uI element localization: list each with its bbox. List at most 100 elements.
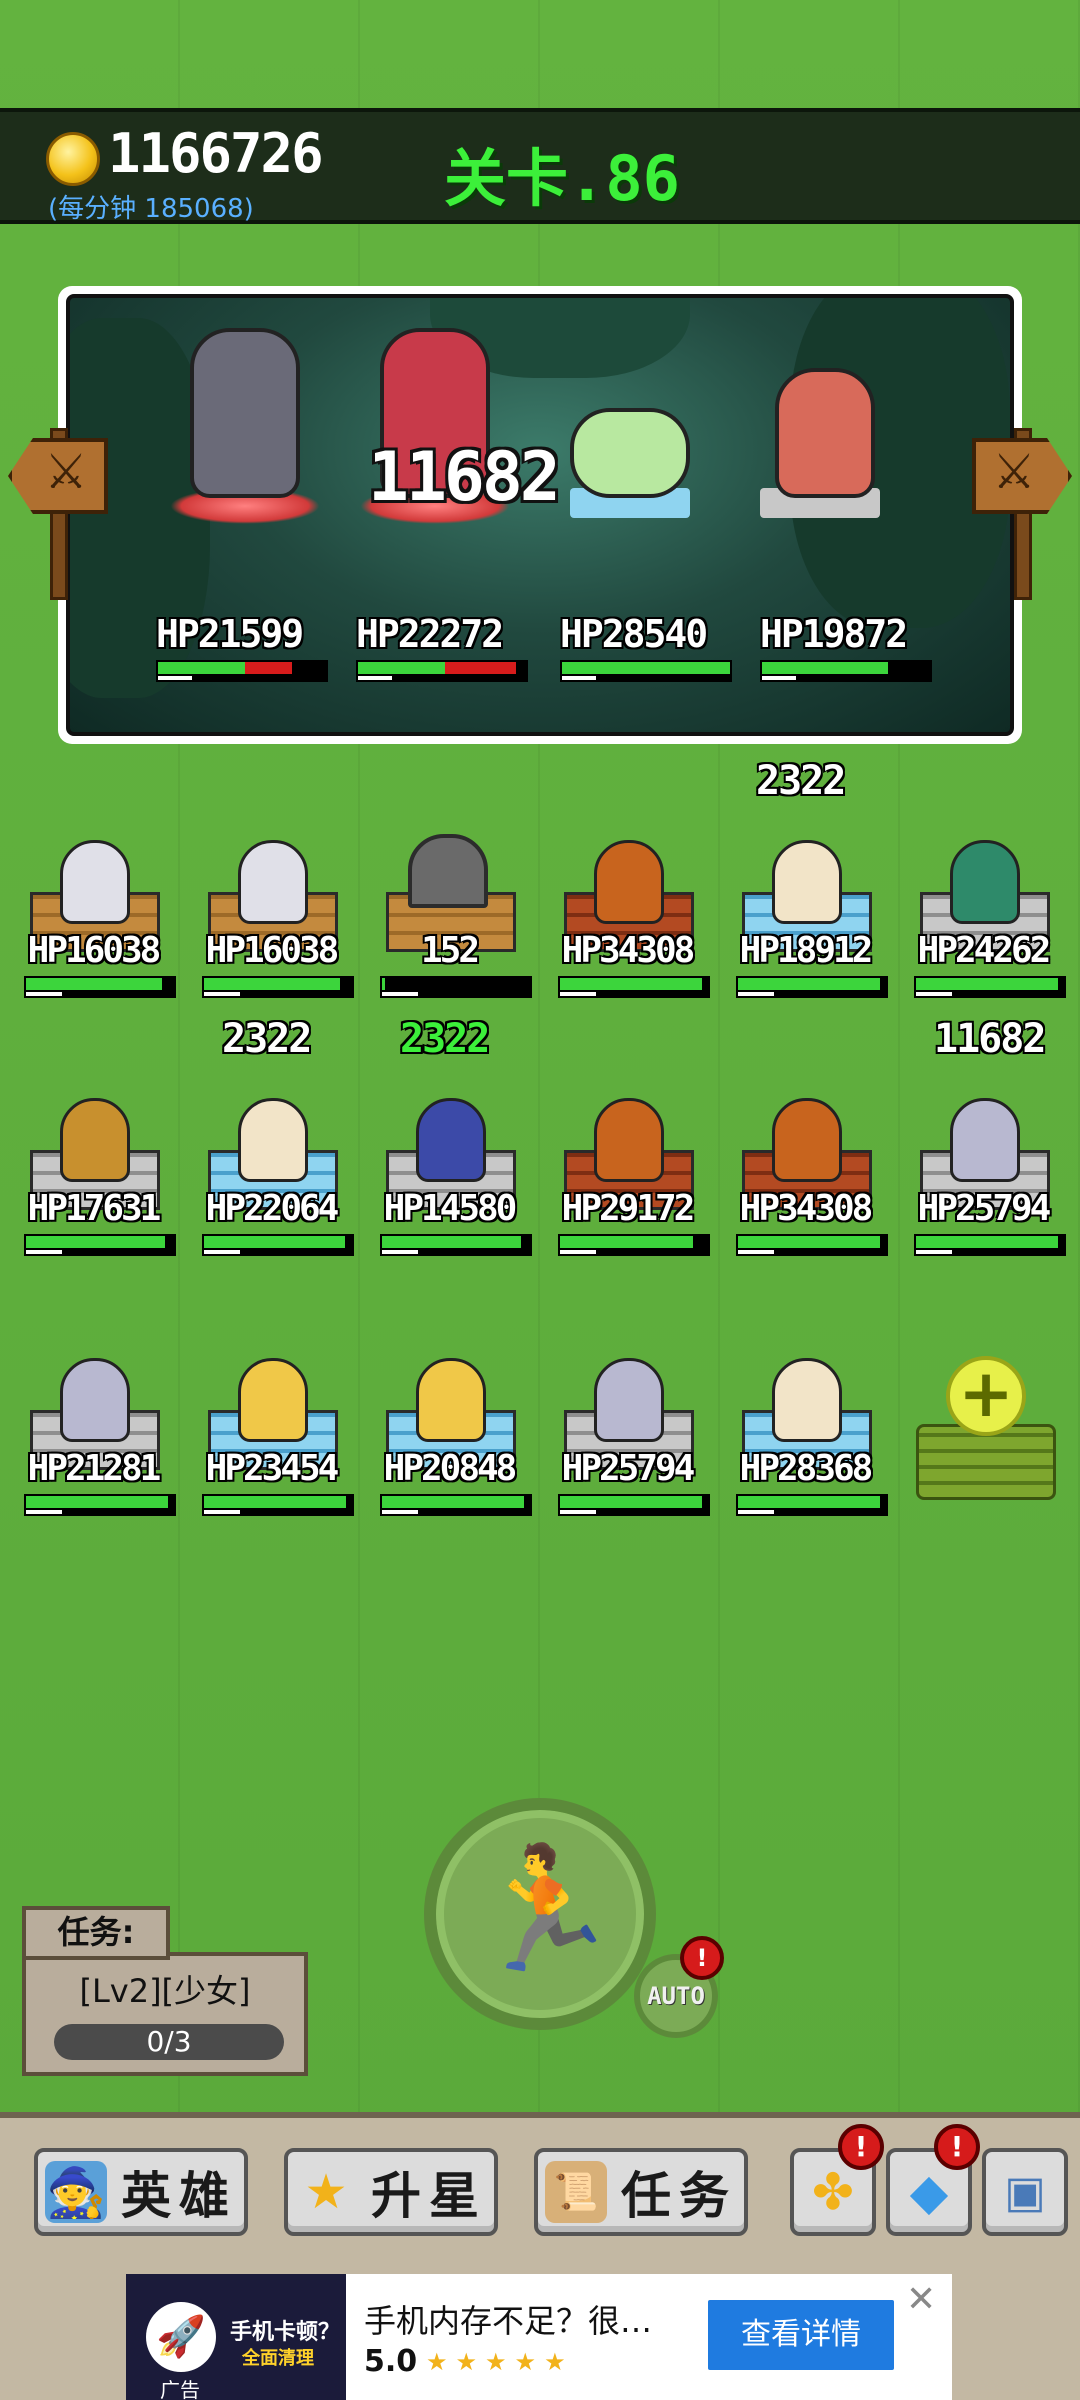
- task-panel[interactable]: [Lv2][少女] 0/3: [22, 1952, 308, 2076]
- hero-hp-label: HP16038: [27, 930, 162, 971]
- alert-badge: !: [838, 2124, 884, 2170]
- prev-stage-arrow-button[interactable]: ⚔: [8, 428, 108, 600]
- hero-sprite-icon: [238, 1098, 308, 1182]
- hero-hp-label: HP25794: [561, 1448, 696, 1489]
- enemy-fire-horse[interactable]: [730, 298, 920, 598]
- hero-hp-bar: [380, 1494, 532, 1516]
- next-stage-arrow-button[interactable]: ⚔: [972, 428, 1072, 600]
- hero-slot[interactable]: HP16038: [186, 810, 356, 1010]
- hero-hp-bar: [914, 976, 1066, 998]
- ad-image: 🚀 手机卡顿？ 全面清理 广告: [126, 2274, 346, 2400]
- ad-promo-sub: 全面清理: [242, 2348, 314, 2369]
- hero-hp-bar: [558, 1234, 710, 1256]
- armored-knight-icon: [190, 328, 300, 498]
- star-up-label: 升星: [371, 2167, 487, 2225]
- enemy-green-dragon[interactable]: [540, 298, 730, 598]
- hero-slot[interactable]: HP20848: [364, 1328, 534, 1528]
- hero-hp-bar: [24, 1494, 176, 1516]
- hero-sprite-icon: [60, 1098, 130, 1182]
- hero-hp-label: HP34308: [739, 1188, 874, 1229]
- hero-slot[interactable]: 152: [364, 810, 534, 1010]
- hero-slot[interactable]: HP23454: [186, 1328, 356, 1528]
- hero-hp-label: HP25794: [917, 1188, 1052, 1229]
- hero-slot[interactable]: HP18912: [720, 810, 890, 1010]
- hero-slot[interactable]: HP21281: [8, 1328, 178, 1528]
- add-hero-slot[interactable]: +: [916, 1356, 1062, 1516]
- enemy-hp-label: HP22272: [356, 612, 504, 656]
- ad-text: 手机内存不足？很…: [364, 2302, 653, 2340]
- floating-damage-number: 2322: [400, 1016, 490, 1062]
- enemy-hp-bar: [560, 660, 732, 682]
- hero-hp-label: HP34308: [561, 930, 696, 971]
- run-button[interactable]: 🏃: [424, 1798, 656, 2030]
- hero-hp-label: HP21281: [27, 1448, 162, 1489]
- top-status-bar: 1166726 (每分钟 185068) 关卡.86: [0, 108, 1080, 224]
- hero-hp-bar: [24, 1234, 176, 1256]
- hero-slot[interactable]: HP25794: [898, 1068, 1068, 1268]
- tasks-button[interactable]: 📜 任务: [534, 2148, 748, 2236]
- auto-alert-badge: !: [680, 1936, 724, 1980]
- hero-hp-bar: [24, 976, 176, 998]
- hero-hp-bar: [202, 1494, 354, 1516]
- hero-sprite-icon: [772, 1098, 842, 1182]
- hero-hp-bar: [380, 976, 532, 998]
- ad-banner[interactable]: 🚀 手机卡顿？ 全面清理 广告 手机内存不足？很… 5.0 ★★★★★ 查看详情…: [126, 2274, 952, 2400]
- hero-hp-label: HP29172: [561, 1188, 696, 1229]
- hero-hp-label: HP22064: [205, 1188, 340, 1229]
- hero-slot[interactable]: HP24262: [898, 810, 1068, 1010]
- hero-sprite-icon: [772, 1358, 842, 1442]
- diamond-icon: ◆: [909, 2163, 949, 2221]
- fire-horse-icon: [775, 368, 875, 498]
- hero-sprite-icon: [594, 1358, 664, 1442]
- tasks-label: 任务: [621, 2167, 737, 2225]
- heroes-button[interactable]: 🧙 英雄: [34, 2148, 248, 2236]
- hero-hp-bar: [202, 976, 354, 998]
- hero-sprite-icon: [60, 840, 130, 924]
- hero-sprite-icon: [772, 840, 842, 924]
- hero-slot[interactable]: HP16038: [8, 810, 178, 1010]
- hero-hp-bar: [380, 1234, 532, 1256]
- hero-slot[interactable]: HP14580: [364, 1068, 534, 1268]
- hero-hp-label: HP16038: [205, 930, 340, 971]
- hero-portrait-icon: 🧙: [45, 2161, 107, 2223]
- hero-hp-label: HP28368: [739, 1448, 874, 1489]
- floating-damage-number: 2322: [756, 758, 846, 804]
- hero-hp-bar: [558, 976, 710, 998]
- enemy-hp-bar: [760, 660, 932, 682]
- hero-slot[interactable]: HP17631: [8, 1068, 178, 1268]
- hero-hp-bar: [736, 1234, 888, 1256]
- star-up-button[interactable]: ★ 升星: [284, 2148, 498, 2236]
- hero-slot[interactable]: HP29172: [542, 1068, 712, 1268]
- scroll-icon: 📜: [545, 2161, 607, 2223]
- hero-hp-label: HP14580: [383, 1188, 518, 1229]
- task-name: [Lv2][少女]: [79, 1972, 251, 2010]
- hero-sprite-icon: [594, 840, 664, 924]
- floating-damage-number: 11682: [934, 1016, 1046, 1062]
- damage-number: 11682: [368, 438, 561, 517]
- star-icon: ★: [304, 2164, 348, 2220]
- hero-slot[interactable]: HP25794: [542, 1328, 712, 1528]
- hero-sprite-icon: [416, 1358, 486, 1442]
- hero-hp-label: HP18912: [739, 930, 874, 971]
- heroes-label: 英雄: [121, 2167, 237, 2225]
- crossed-swords-icon: ⚔: [44, 444, 88, 500]
- hero-slot[interactable]: HP28368: [720, 1328, 890, 1528]
- hero-hp-bar: [202, 1234, 354, 1256]
- golden-cross-icon: ✤: [812, 2163, 854, 2221]
- tombstone-icon: [408, 834, 488, 908]
- hero-slot[interactable]: HP34308: [720, 1068, 890, 1268]
- hero-sprite-icon: [60, 1358, 130, 1442]
- hero-slot[interactable]: HP22064: [186, 1068, 356, 1268]
- task-progress: 0/3: [54, 2024, 284, 2060]
- map-book-button[interactable]: ▣: [982, 2148, 1068, 2236]
- ad-cta-button[interactable]: 查看详情: [708, 2300, 894, 2370]
- enemy-armored-knight[interactable]: [150, 298, 340, 598]
- task-label: 任务:: [22, 1906, 170, 1960]
- enemy-hp-bar: [156, 660, 328, 682]
- close-icon[interactable]: ✕: [906, 2282, 936, 2318]
- alert-badge: !: [934, 2124, 980, 2170]
- floating-damage-number: 2322: [222, 1016, 312, 1062]
- map-book-icon: ▣: [1004, 2166, 1046, 2218]
- hero-slot[interactable]: HP34308: [542, 810, 712, 1010]
- hero-hp-label: HP17631: [27, 1188, 162, 1229]
